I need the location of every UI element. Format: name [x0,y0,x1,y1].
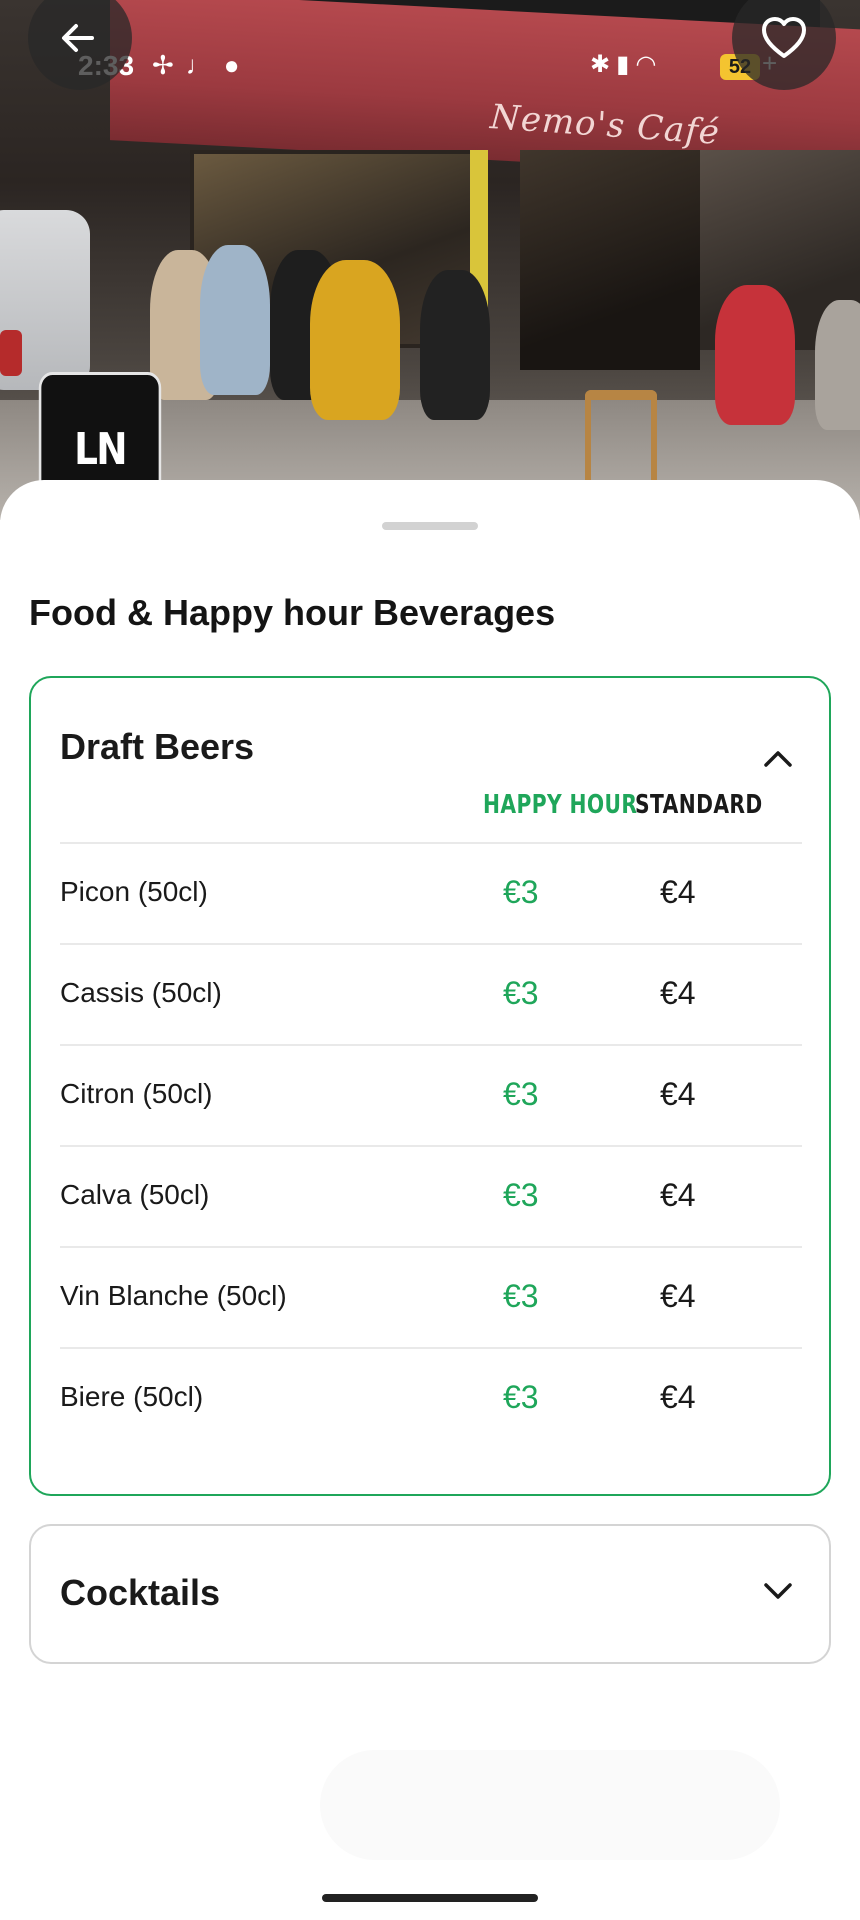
standard-price: €4 [660,874,696,910]
table-row: Cassis (50cl) €3 €4 [60,943,802,1044]
table-row: Biere (50cl) €3 €4 [60,1347,802,1448]
standard-price: €4 [660,1379,696,1415]
standard-price: €4 [660,975,696,1011]
section-title[interactable]: Draft Beers [60,726,254,768]
happy-hour-price: €3 [503,1076,539,1112]
table-row: Citron (50cl) €3 €4 [60,1044,802,1145]
happy-hour-price: €3 [503,874,539,910]
standard-price: €4 [660,1177,696,1213]
bar-stool [585,390,657,490]
column-header-happy-hour: HAPPY HOUR [483,790,638,820]
arrow-left-icon [62,24,94,52]
cafe-doorway [520,150,700,370]
happy-hour-price: €3 [503,1379,539,1415]
happy-hour-price: €3 [503,1177,539,1213]
heart-icon [762,17,806,58]
standard-price: €4 [660,1278,696,1314]
column-header-standard: STANDARD [635,790,763,820]
standard-price: €4 [660,1076,696,1112]
item-name: Cassis (50cl) [60,977,222,1008]
item-name: Calva (50cl) [60,1179,210,1210]
patron [200,245,270,395]
car-taillight [0,330,22,376]
signal-icon: ▮ [616,51,636,78]
faded-content [320,1750,780,1860]
patron [815,300,860,430]
happy-hour-price: €3 [503,975,539,1011]
price-table: Picon (50cl) €3 €4 Cassis (50cl) €3 €4 C… [60,842,802,1448]
item-name: Picon (50cl) [60,876,208,907]
fan-icon: ✢ [152,50,186,80]
sheet-title: Food & Happy hour Beverages [29,592,556,633]
wifi-icon: ◠ [635,51,663,78]
section-cocktails[interactable]: Cocktails [29,1524,831,1664]
section-draft-beers: Draft Beers HAPPY HOUR STANDARD Picon (5… [29,676,831,1496]
home-indicator[interactable] [322,1894,538,1902]
menu-sheet: Food & Happy hour Beverages Draft Beers … [0,480,860,1920]
chevron-up-icon[interactable] [763,748,793,768]
patron [310,260,400,420]
table-row: Vin Blanche (50cl) €3 €4 [60,1246,802,1347]
sheet-drag-handle[interactable] [382,522,478,530]
section-title[interactable]: Cocktails [60,1572,220,1614]
bluetooth-icon: ✱ [590,51,617,78]
table-row: Calva (50cl) €3 €4 [60,1145,802,1246]
item-name: Vin Blanche (50cl) [60,1280,287,1311]
item-name: Biere (50cl) [60,1381,204,1412]
table-row: Picon (50cl) €3 €4 [60,842,802,943]
happy-hour-price: €3 [503,1278,539,1314]
patron [420,270,490,420]
item-name: Citron (50cl) [60,1078,213,1109]
system-icons: ✱▮◠ [590,50,662,79]
chevron-down-icon[interactable] [763,1582,793,1602]
notification-icons: ✢♩● [152,50,252,81]
j-icon: ♩ [185,50,224,80]
patron [715,285,795,425]
location-icon: ● [223,50,252,80]
